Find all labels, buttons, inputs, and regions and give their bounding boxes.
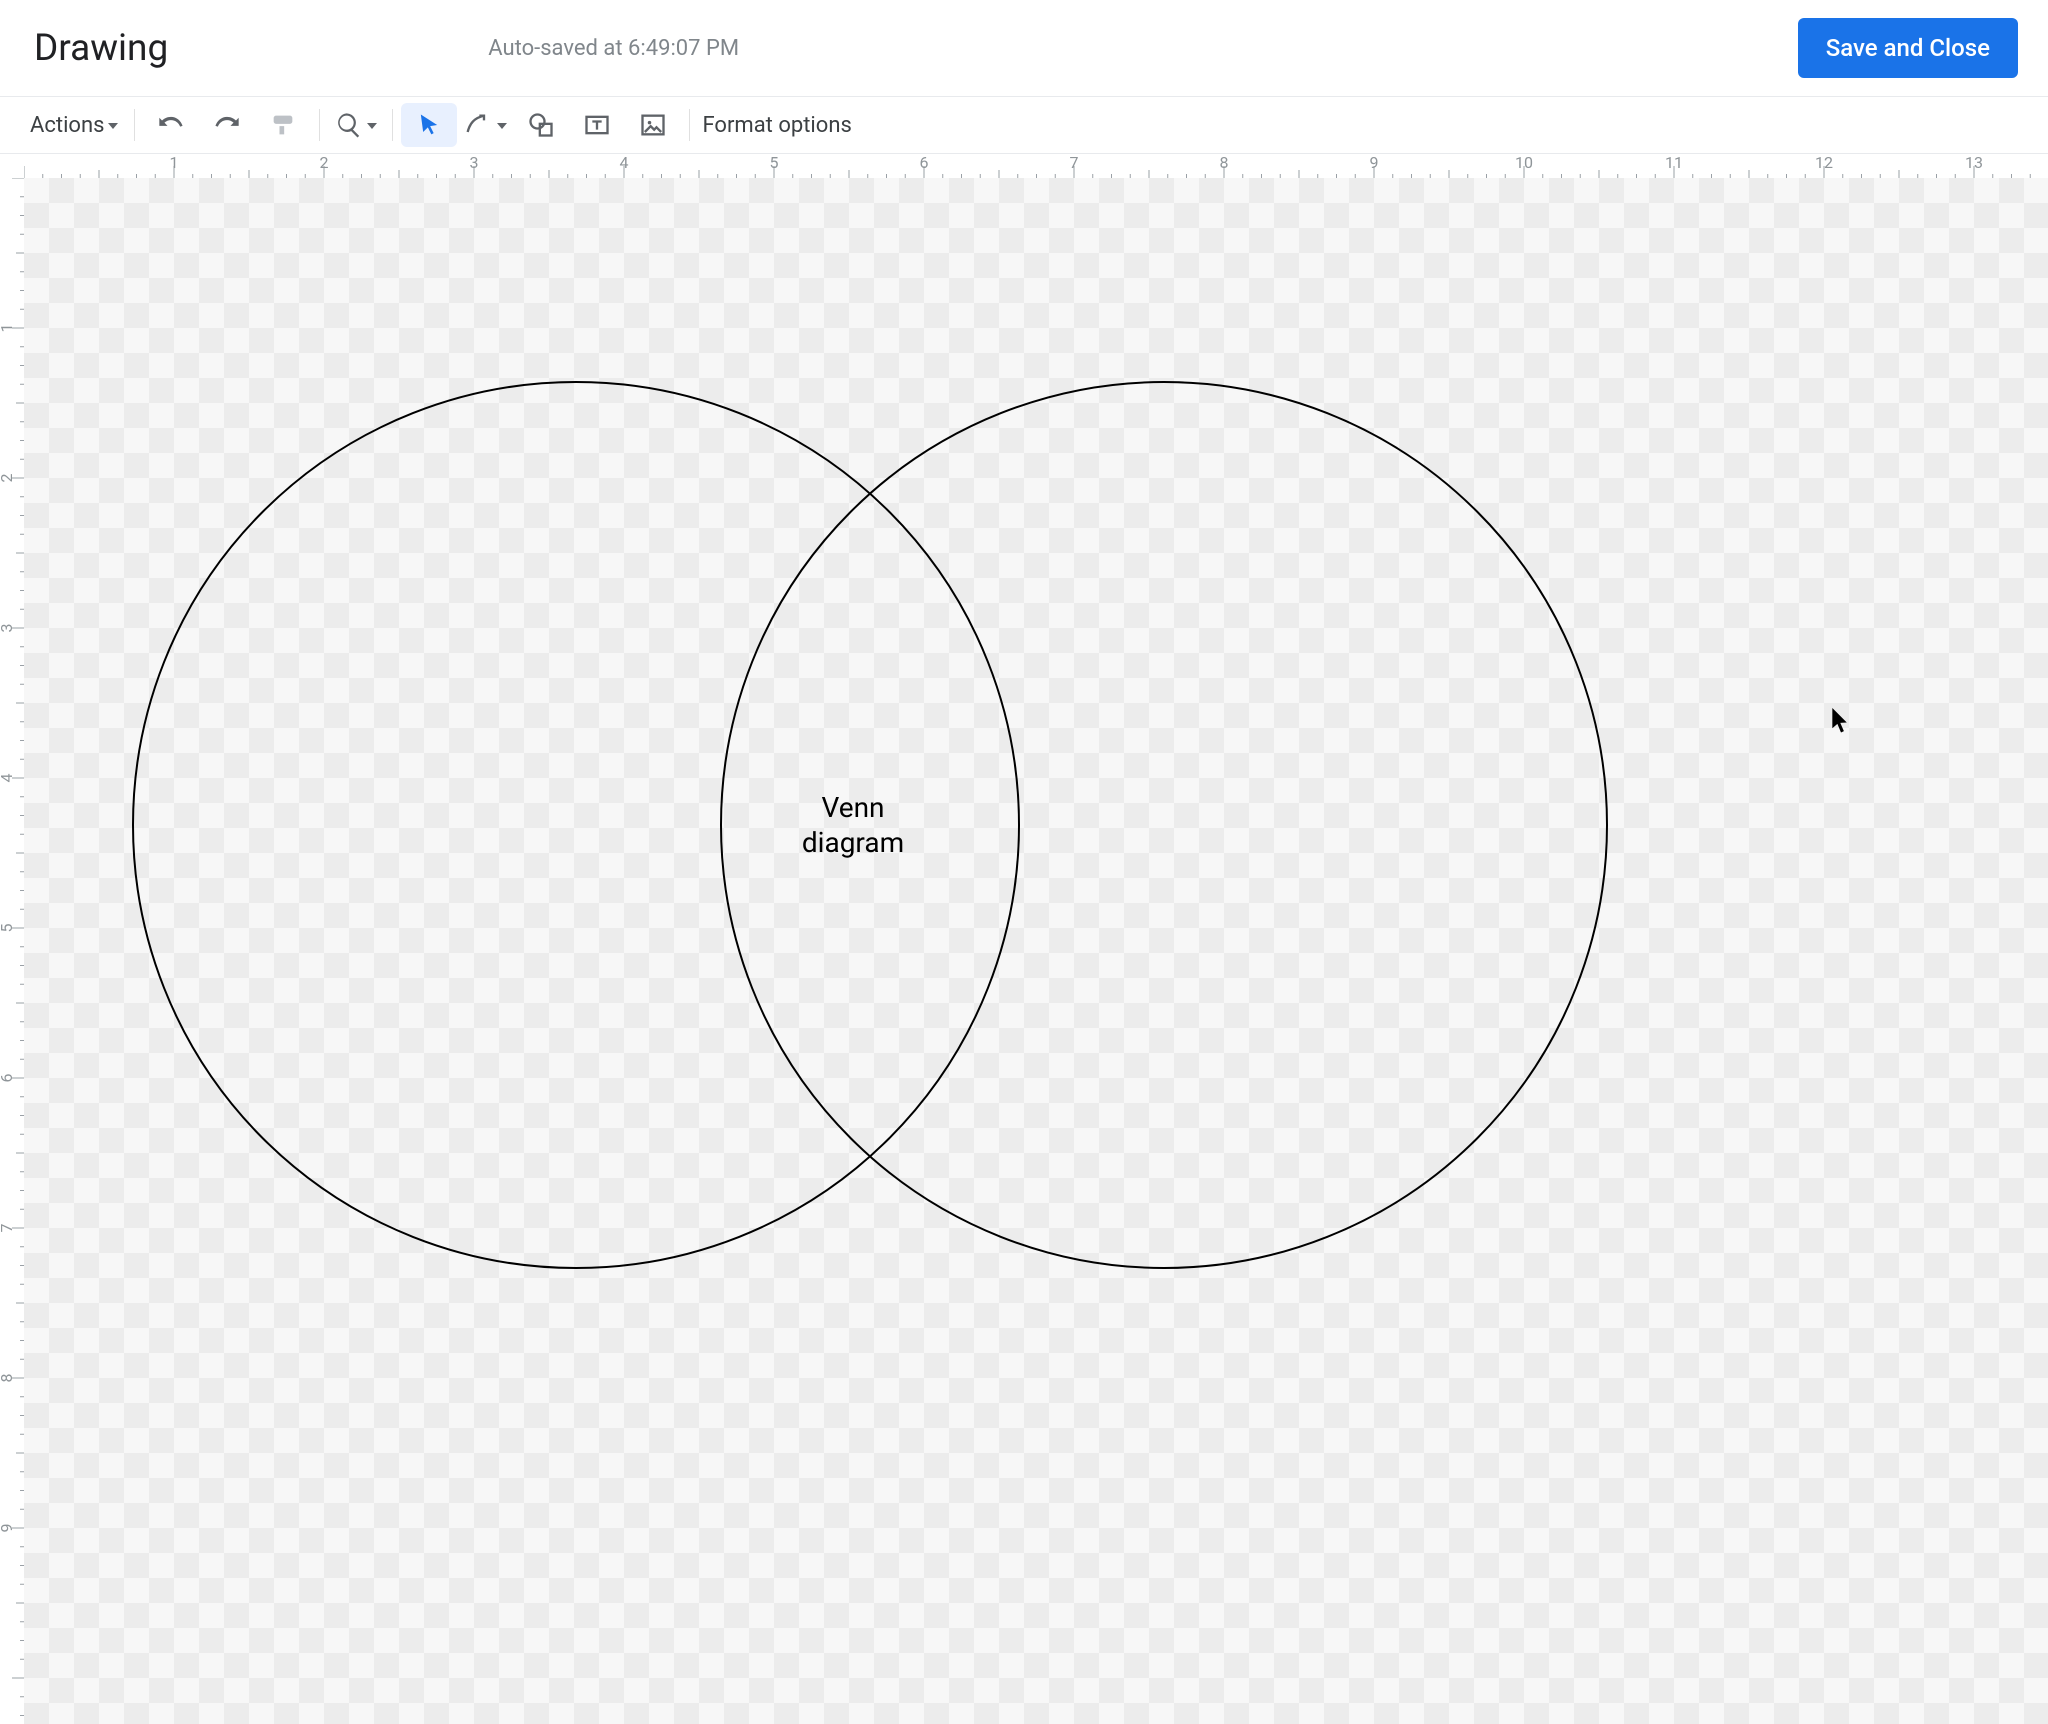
actions-menu[interactable]: Actions xyxy=(26,103,126,147)
line-tool-menu[interactable] xyxy=(457,103,513,147)
drawing-surface[interactable] xyxy=(24,178,2048,1724)
select-tool-button[interactable] xyxy=(401,103,457,147)
svg-text:6: 6 xyxy=(920,154,929,172)
svg-text:1: 1 xyxy=(170,154,179,172)
horizontal-ruler[interactable]: 12345678910111213 xyxy=(24,154,2048,179)
svg-text:2: 2 xyxy=(0,474,16,483)
format-options-label: Format options xyxy=(702,113,851,138)
svg-text:9: 9 xyxy=(0,1524,16,1533)
svg-text:9: 9 xyxy=(1370,154,1379,172)
svg-text:2: 2 xyxy=(320,154,329,172)
caret-down-icon xyxy=(497,123,507,129)
undo-button[interactable] xyxy=(143,103,199,147)
format-options-button[interactable]: Format options xyxy=(698,103,859,147)
hruler-ticks: 12345678910111213 xyxy=(24,154,2048,178)
textbox-icon xyxy=(583,111,611,139)
actions-label: Actions xyxy=(30,113,104,138)
svg-text:5: 5 xyxy=(0,924,16,933)
separator xyxy=(392,109,393,141)
svg-text:7: 7 xyxy=(0,1224,16,1233)
paint-roller-icon xyxy=(269,111,297,139)
separator xyxy=(689,109,690,141)
save-and-close-button[interactable]: Save and Close xyxy=(1798,18,2018,78)
header: Drawing Auto-saved at 6:49:07 PM Save an… xyxy=(0,0,2048,97)
image-tool-button[interactable] xyxy=(625,103,681,147)
zoom-icon xyxy=(335,111,363,139)
cursor-icon xyxy=(415,111,443,139)
svg-text:8: 8 xyxy=(1220,154,1229,172)
redo-icon xyxy=(213,111,241,139)
toolbar: Actions xyxy=(0,97,2048,154)
ruler-corner xyxy=(0,154,25,179)
svg-text:8: 8 xyxy=(0,1374,16,1383)
svg-text:13: 13 xyxy=(1965,154,1983,172)
svg-text:4: 4 xyxy=(0,774,16,783)
canvas-viewport[interactable]: Venn diagram xyxy=(24,178,2048,1724)
separator xyxy=(134,109,135,141)
svg-text:4: 4 xyxy=(620,154,629,172)
svg-text:1: 1 xyxy=(0,324,16,333)
shapes-icon xyxy=(527,111,555,139)
redo-button[interactable] xyxy=(199,103,255,147)
shape-tool-button[interactable] xyxy=(513,103,569,147)
modal-title: Drawing xyxy=(34,27,168,70)
line-icon xyxy=(463,111,491,139)
app-root: Drawing Auto-saved at 6:49:07 PM Save an… xyxy=(0,0,2048,1724)
workarea: 12345678910111213 123456789 Venn diagram xyxy=(0,154,2048,1724)
svg-text:10: 10 xyxy=(1515,154,1533,172)
svg-text:7: 7 xyxy=(1070,154,1079,172)
caret-down-icon xyxy=(367,123,377,129)
image-icon xyxy=(639,111,667,139)
svg-text:3: 3 xyxy=(470,154,479,172)
vruler-ticks: 1 2 3 4 5 6 7 8 9 xyxy=(0,178,24,1724)
vertical-ruler[interactable]: 1 2 3 4 5 6 7 8 9 xyxy=(0,178,25,1724)
svg-text:12: 12 xyxy=(1815,154,1833,172)
venn-text-label[interactable]: Venn diagram xyxy=(802,790,904,860)
svg-text:11: 11 xyxy=(1665,154,1683,172)
svg-text:5: 5 xyxy=(770,154,779,172)
svg-text:6: 6 xyxy=(0,1074,16,1083)
undo-icon xyxy=(157,111,185,139)
zoom-menu[interactable] xyxy=(328,103,384,147)
autosave-status: Auto-saved at 6:49:07 PM xyxy=(488,36,739,61)
paint-format-button[interactable] xyxy=(255,103,311,147)
separator xyxy=(319,109,320,141)
textbox-tool-button[interactable] xyxy=(569,103,625,147)
caret-down-icon xyxy=(108,123,118,129)
svg-text:3: 3 xyxy=(0,624,16,633)
